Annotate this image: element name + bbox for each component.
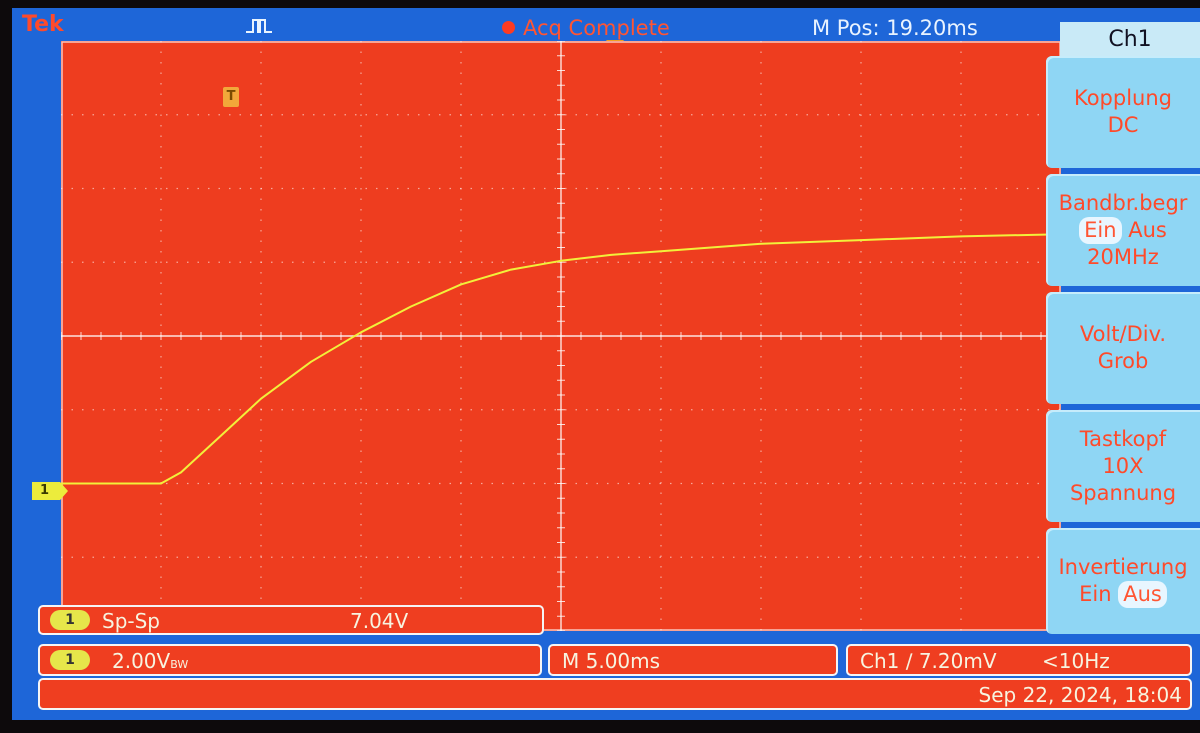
waveform-point <box>960 235 962 238</box>
bandwidth-off-option: Aus <box>1128 217 1167 242</box>
bandwidth-label: Bandbr.begr <box>1058 190 1188 215</box>
acq-indicator-icon <box>502 21 515 34</box>
timebase-readout: M 5.00ms <box>548 644 838 676</box>
waveform-point <box>260 397 262 400</box>
vertical-scale-readout: 1 2.00VBW <box>38 644 542 676</box>
invert-on-option: Ein <box>1079 582 1112 606</box>
waveform-display: T <box>61 41 1061 631</box>
vertical-scale-group: 2.00VBW <box>112 649 188 673</box>
menu-title: Ch1 <box>1060 22 1200 58</box>
trigger-level: Ch1 ∕ 7.20mV <box>860 649 997 673</box>
measurement-channel-chip: 1 <box>50 610 90 630</box>
volt-div-value: Grob <box>1097 349 1149 373</box>
timebase-value: M 5.00ms <box>562 649 661 673</box>
invert-button[interactable]: Invertierung Ein Aus <box>1046 528 1200 634</box>
invert-options: Ein Aus <box>1046 581 1200 608</box>
waveform-point <box>610 254 612 256</box>
coupling-value: DC <box>1107 113 1139 137</box>
bandwidth-value: 20MHz <box>1087 244 1159 269</box>
invert-off-option: Aus <box>1118 581 1167 608</box>
acquisition-status: Acq Complete <box>523 16 670 40</box>
scale-channel-chip: 1 <box>50 650 90 670</box>
waveform-point <box>660 250 662 252</box>
waveform-graticule <box>61 41 1061 631</box>
probe-type: Spannung <box>1069 480 1177 505</box>
bandwidth-on-option: Ein <box>1079 216 1122 244</box>
trigger-marker: T <box>223 87 239 107</box>
trigger-frequency: <10Hz <box>1042 649 1110 673</box>
waveform-point <box>160 482 162 485</box>
measurement-readout: 1 Sp-Sp 7.04V <box>38 605 544 635</box>
probe-label: Tastkopf <box>1079 426 1167 451</box>
waveform-point <box>410 305 412 308</box>
horizontal-position: M Pos: 19.20ms <box>812 16 978 40</box>
coupling-label: Kopplung <box>1073 86 1173 110</box>
trigger-readout: Ch1 ∕ 7.20mV <10Hz <box>846 644 1192 676</box>
brand-logo: Tek <box>22 12 64 37</box>
probe-value: 10X <box>1102 453 1144 478</box>
coupling-button[interactable]: Kopplung DC <box>1046 56 1200 168</box>
waveform-point <box>360 331 362 334</box>
volt-div-button[interactable]: Volt/Div. Grob <box>1046 292 1200 404</box>
measurement-name: Sp-Sp <box>102 609 160 633</box>
status-bar: Tek Acq Complete M Pos: 19.20ms <box>12 8 1062 51</box>
pulse-trigger-icon <box>246 19 272 33</box>
bandwidth-options: Ein Aus <box>1046 216 1200 244</box>
bw-limit-indicator: BW <box>170 658 189 671</box>
volt-div-label: Volt/Div. <box>1079 322 1167 346</box>
waveform-point <box>460 283 462 286</box>
datetime-bar: Sep 22, 2024, 18:04 <box>38 678 1192 710</box>
datetime: Sep 22, 2024, 18:04 <box>978 683 1182 707</box>
vertical-scale: 2.00V <box>112 649 171 673</box>
waveform-point <box>310 361 312 363</box>
waveform-point <box>760 243 762 245</box>
oscilloscope-screen: Tek Acq Complete M Pos: 19.20ms T 1 Ch1 … <box>12 8 1200 720</box>
waveform-point <box>510 268 512 271</box>
waveform-point <box>560 259 562 262</box>
waveform-point <box>180 471 182 474</box>
waveform-point <box>860 239 862 241</box>
measurement-value: 7.04V <box>350 609 409 633</box>
waveform-point <box>220 434 222 437</box>
probe-button[interactable]: Tastkopf 10X Spannung <box>1046 410 1200 522</box>
bandwidth-limit-button[interactable]: Bandbr.begr Ein Aus 20MHz <box>1046 174 1200 286</box>
invert-label: Invertierung <box>1058 555 1188 579</box>
